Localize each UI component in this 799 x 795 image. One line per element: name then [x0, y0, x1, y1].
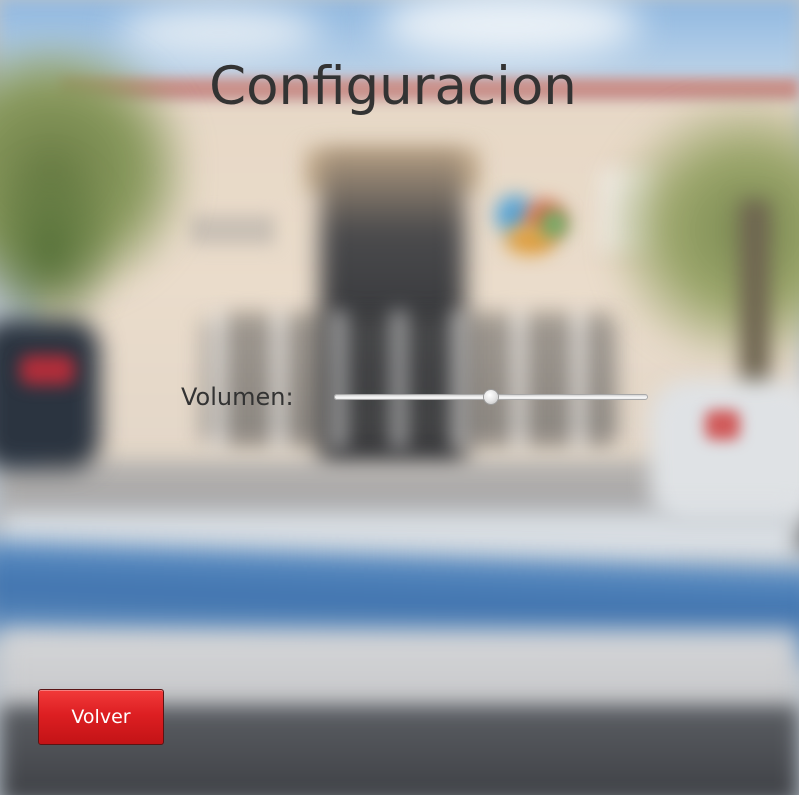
volume-slider[interactable] — [334, 385, 648, 409]
volume-slider-thumb[interactable] — [484, 390, 498, 404]
page-title: Configuracion — [209, 56, 577, 117]
volume-label: Volumen: — [181, 383, 294, 411]
back-button[interactable]: Volver — [38, 689, 164, 745]
